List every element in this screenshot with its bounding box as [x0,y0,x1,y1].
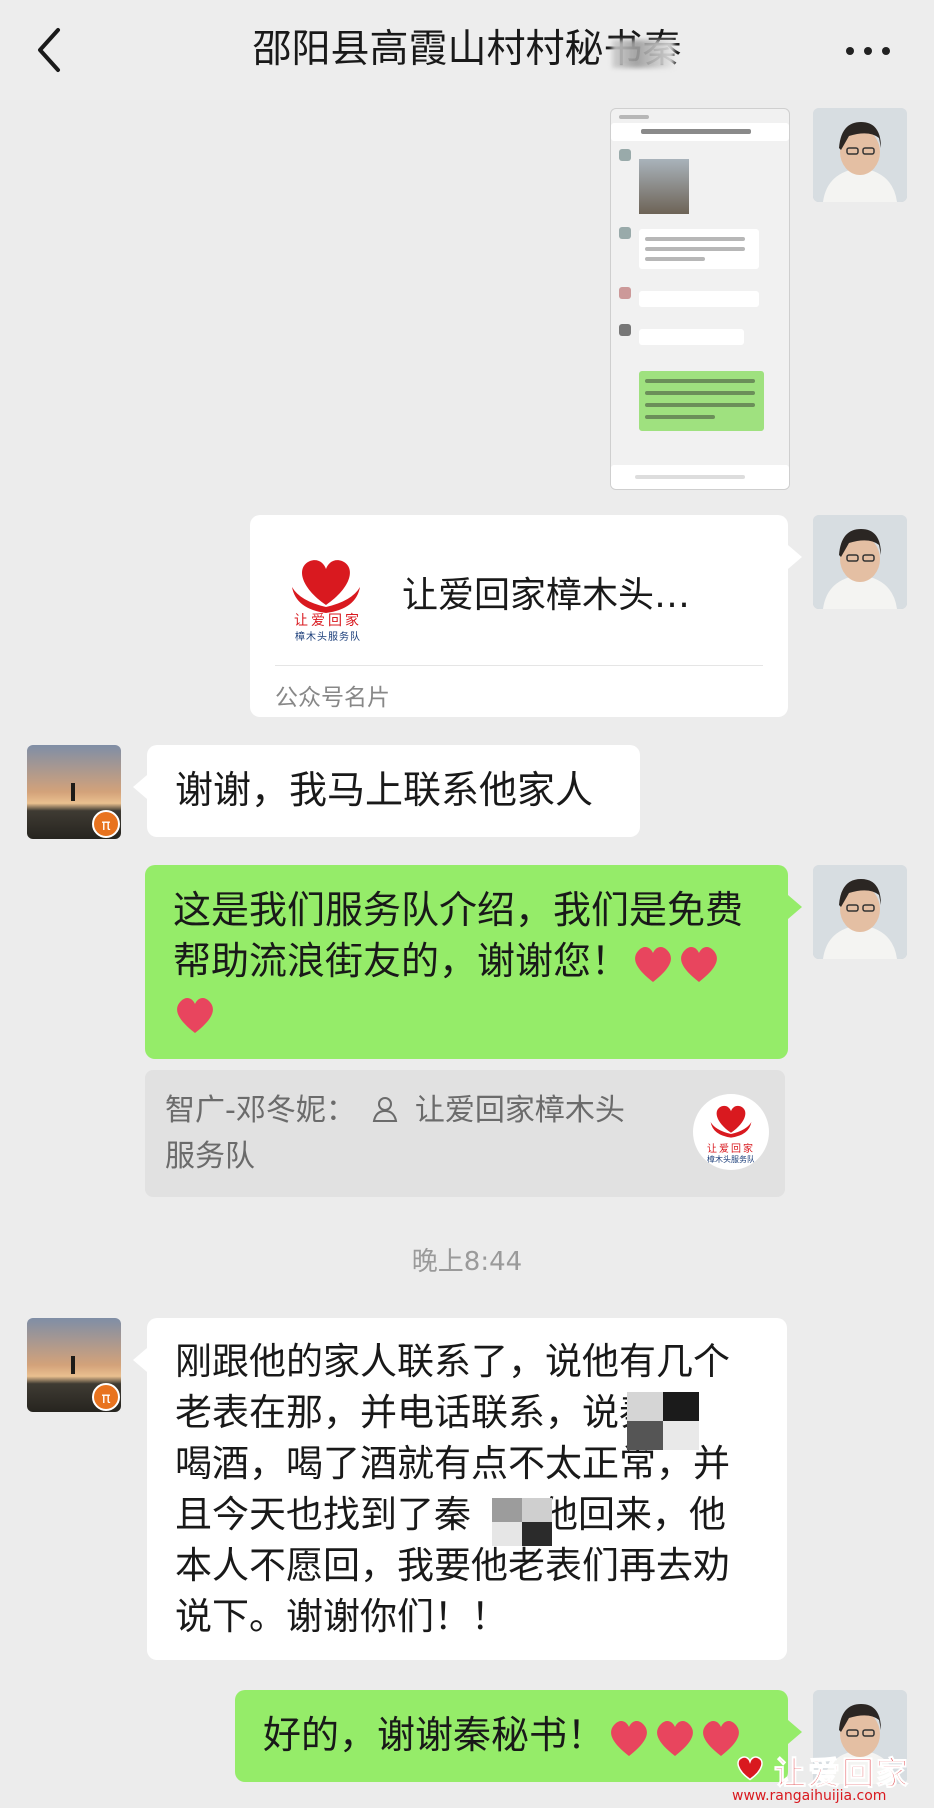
watermark-url: www.rangaihuijia.com [732,1788,887,1804]
quote-text: 智广-邓冬妮： 让爱回家樟木头 服务队 [165,1088,665,1180]
logo-text-line2: 樟木头服务队 [707,1155,755,1164]
heart-emoji-icon [177,997,213,1033]
message-text-line: 刚跟他的家人联系了，说他有几个 [175,1340,730,1383]
person-avatar-icon [813,108,907,202]
message-bubble-received[interactable]: 谢谢，我马上联系他家人 [133,745,640,837]
message-line2: 帮助流浪街友的，谢谢您！ [173,936,760,987]
heart-emoji-icon [611,1720,647,1756]
person-avatar-icon [813,865,907,959]
message-text-line1: 这是我们服务队介绍，我们是免费 [173,888,744,932]
card-type-label: 公众号名片 [275,685,390,711]
message-text-line: 本人不愿回，我要他老表们再去劝 [175,1544,730,1587]
official-account-card[interactable]: 让爱回家 樟木头服务队 让爱回家樟木头… 公众号名片 [250,515,802,717]
message-line: 且今天也找到了秦 他回来，他 [175,1489,759,1540]
heart-emoji-icon [681,946,717,982]
avatar-contact[interactable]: π [27,1318,121,1412]
avatar-contact[interactable]: π [27,745,121,839]
heart-emoji-icon [657,1720,693,1756]
logo-text-line1: 让爱回家 [707,1144,755,1155]
quote-content-2: 服务队 [165,1139,255,1174]
quote-author: 智广-邓冬妮： [165,1093,356,1128]
message-text: 谢谢，我马上联系他家人 [175,768,594,812]
card-divider [275,665,763,666]
mosaic-redaction [627,1392,699,1450]
person-avatar-icon [813,515,907,609]
message-text: 好的，谢谢秦秘书！ [263,1713,606,1757]
site-watermark: 让爱回家 www.rangaihuijia.com [720,1748,934,1808]
message-text-line: 他回来，他 [541,1493,726,1536]
message-bubble-received[interactable]: 刚跟他的家人联系了，说他有几个 老表在那，并电话联系，说秦 喝酒，喝了酒就有点不… [133,1318,787,1660]
quoted-message[interactable]: 智广-邓冬妮： 让爱回家樟木头 服务队 让爱回家 樟木头服务队 [145,1070,785,1197]
svg-text:π: π [101,816,110,834]
mosaic-redaction [492,1498,552,1546]
avatar-self[interactable] [813,865,907,959]
message-text-line: 老表在那，并电话联系，说秦 [175,1391,656,1434]
avatar-self[interactable] [813,108,907,202]
screenshot-image[interactable] [610,108,790,490]
redaction-blur [612,40,674,68]
logo-text-line2: 樟木头服务队 [295,632,361,643]
person-contact-icon [373,1097,398,1122]
ellipsis-icon[interactable] [838,30,898,70]
rangaihuijia-logo-icon [710,1105,752,1138]
message-text-line2: 帮助流浪街友的，谢谢您！ [173,939,630,983]
message-text-line: 说下。谢谢你们！！ [175,1595,508,1638]
heart-logo-icon [737,1756,763,1781]
logo-text-line1: 让爱回家 [294,613,362,629]
chat-title: 邵阳县高霞山村村秘书秦 [252,27,682,72]
chat-header: 邵阳县高霞山村村秘书秦 [0,0,934,100]
avatar-self[interactable] [813,515,907,609]
heart-emoji-icon [635,946,671,982]
message-bubble-sent[interactable]: 好的，谢谢秦秘书！ [235,1690,802,1782]
quote-logo: 让爱回家 樟木头服务队 [693,1094,769,1170]
svg-text:π: π [101,1389,110,1407]
sunset-avatar-icon: π [27,1318,121,1412]
message-bubble-sent[interactable]: 这是我们服务队介绍，我们是免费 帮助流浪街友的，谢谢您！ [145,865,802,1059]
quote-content-1: 让爱回家樟木头 [414,1093,625,1128]
sunset-avatar-icon: π [27,745,121,839]
card-account-name: 让爱回家樟木头… [402,575,691,616]
time-divider: 晚上8:44 [411,1247,523,1277]
message-text-line: 且今天也找到了秦 [175,1493,471,1536]
chevron-left-icon[interactable] [30,24,70,76]
